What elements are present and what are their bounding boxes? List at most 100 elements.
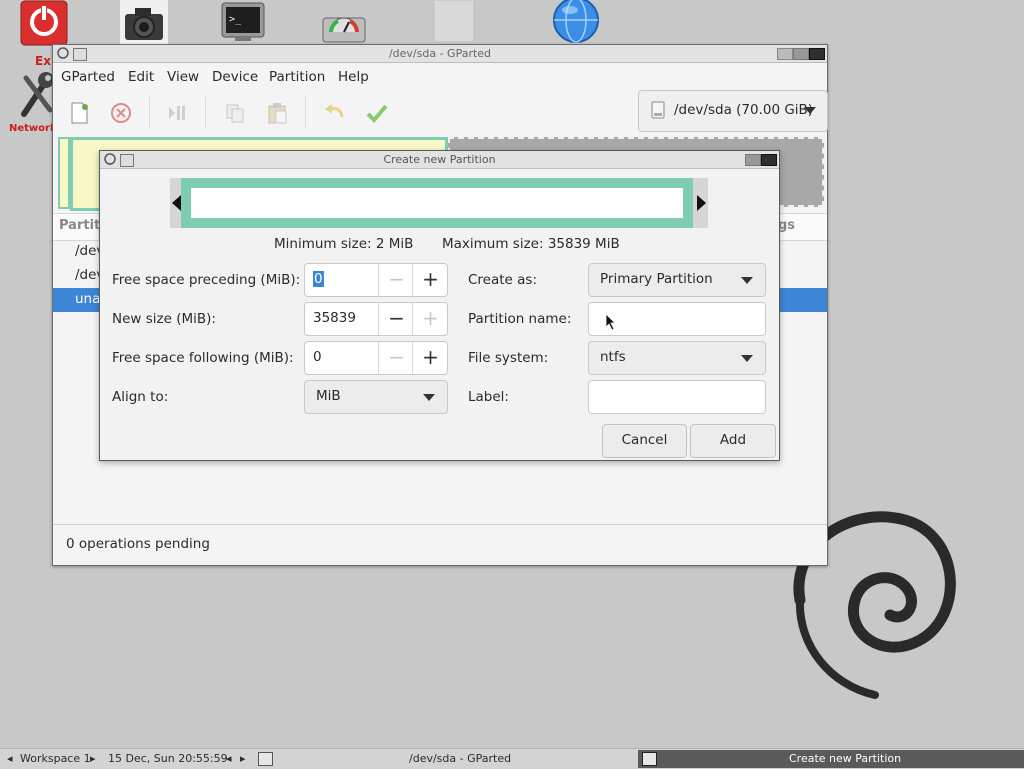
clock-prev-icon[interactable]: ◂ [226, 750, 232, 768]
terminal-icon[interactable]: >_ [221, 2, 265, 42]
toolbar-separator [205, 97, 206, 129]
free-following-label: Free space following (MiB): [112, 350, 294, 366]
app-icon [120, 154, 134, 167]
decrement-button[interactable]: − [378, 342, 414, 374]
chevron-down-icon [423, 394, 435, 401]
menu-edit[interactable]: Edit [128, 69, 154, 85]
increment-button[interactable]: + [412, 264, 448, 296]
resize-bar [170, 178, 708, 228]
disk-gauge-icon[interactable] [322, 8, 366, 44]
chevron-down-icon [741, 355, 753, 362]
menu-device[interactable]: Device [212, 69, 258, 85]
undo-icon[interactable] [321, 99, 349, 127]
free-preceding-value[interactable]: 0 [313, 271, 324, 287]
taskbar-item-label: Create new Partition [789, 752, 902, 765]
create-partition-dialog: Create new Partition Minimum size: 2 MiB… [99, 150, 780, 461]
device-selector-label: /dev/sda (70.00 GiB) [674, 102, 814, 118]
partition-name-input[interactable] [588, 302, 766, 336]
file-system-label: File system: [468, 350, 549, 366]
close-button[interactable] [809, 48, 825, 60]
column-flags[interactable]: gs [778, 218, 795, 233]
decrement-button[interactable]: − [378, 303, 414, 335]
toolbar-separator [149, 97, 150, 129]
file-system-value: ntfs [600, 349, 626, 365]
resize-move-icon[interactable] [163, 99, 191, 127]
free-following-value[interactable]: 0 [313, 349, 322, 365]
align-to-select[interactable]: MiB [304, 380, 448, 414]
left-handle-icon[interactable] [172, 195, 181, 211]
taskbar-item-create-partition[interactable]: Create new Partition [638, 750, 1024, 768]
new-size-value[interactable]: 35839 [313, 310, 356, 326]
label-input[interactable] [588, 380, 766, 414]
workspace-label[interactable]: Workspace 1 [20, 750, 91, 768]
free-preceding-spinner[interactable]: 0 − + [304, 263, 448, 297]
taskbar: ◂ Workspace 1 ▸ 15 Dec, Sun 20:55:59 ◂ ▸… [0, 748, 1024, 769]
align-to-label: Align to: [112, 389, 169, 405]
operations-pending: 0 operations pending [66, 536, 210, 552]
apply-icon[interactable] [363, 99, 391, 127]
minimize-button[interactable] [777, 48, 793, 60]
partition-name-label: Partition name: [468, 311, 572, 327]
window-menu-icon[interactable] [104, 153, 116, 165]
create-as-select[interactable]: Primary Partition [588, 263, 766, 297]
delete-partition-icon[interactable] [107, 99, 135, 127]
free-following-spinner[interactable]: 0 − + [304, 341, 448, 375]
add-button[interactable]: Add [690, 424, 776, 458]
menu-view[interactable]: View [167, 69, 199, 85]
menu-partition[interactable]: Partition [269, 69, 325, 85]
label-label: Label: [468, 389, 509, 405]
window-menu-icon[interactable] [57, 47, 69, 59]
power-icon[interactable] [20, 0, 68, 46]
disk-map-partition-1[interactable] [58, 137, 70, 209]
decrement-button[interactable]: − [378, 264, 414, 296]
maximize-button[interactable] [793, 48, 809, 60]
paste-icon[interactable] [263, 99, 291, 127]
create-as-label: Create as: [468, 272, 538, 288]
dialog-title: Create new Partition [383, 153, 496, 166]
file-system-select[interactable]: ntfs [588, 341, 766, 375]
cancel-button[interactable]: Cancel [602, 424, 687, 458]
free-preceding-label: Free space preceding (MiB): [112, 272, 301, 288]
menu-gparted[interactable]: GParted [61, 69, 115, 85]
partition-used-area [191, 188, 683, 218]
new-partition-icon[interactable] [65, 99, 93, 127]
clock-next-icon[interactable]: ▸ [240, 750, 246, 768]
exit-label: Ex [35, 54, 51, 68]
camera-icon[interactable] [120, 0, 168, 44]
workspace-prev-icon[interactable]: ◂ [7, 750, 13, 768]
window-title: /dev/sda - GParted [388, 47, 492, 60]
clock: 15 Dec, Sun 20:55:59 [108, 752, 228, 765]
copy-icon[interactable] [221, 99, 249, 127]
disk-icon [651, 101, 665, 119]
tools-icon[interactable] [18, 70, 56, 118]
column-partition[interactable]: Partiti [59, 218, 105, 233]
increment-button[interactable]: + [412, 303, 448, 335]
max-size-label: Maximum size: 35839 MiB [442, 236, 620, 252]
mouse-cursor-icon [605, 313, 617, 331]
globe-icon[interactable] [552, 0, 600, 44]
network-label: Network [9, 123, 57, 134]
partition-name: una [75, 291, 101, 307]
close-button[interactable] [761, 154, 777, 166]
maximize-button[interactable] [745, 154, 761, 166]
chevron-down-icon [804, 107, 816, 114]
device-selector[interactable]: /dev/sda (70.00 GiB) [638, 90, 828, 132]
min-size-label: Minimum size: 2 MiB [274, 236, 414, 252]
window-titlebar[interactable]: /dev/sda - GParted [53, 45, 827, 63]
menu-help[interactable]: Help [338, 69, 369, 85]
blank-document-icon[interactable] [433, 0, 475, 44]
svg-text:>_: >_ [229, 14, 242, 25]
right-handle-icon[interactable] [697, 195, 706, 211]
dialog-titlebar[interactable]: Create new Partition [100, 151, 779, 169]
statusbar: 0 operations pending [53, 524, 827, 565]
workspace-next-icon[interactable]: ▸ [90, 750, 96, 768]
create-as-value: Primary Partition [600, 271, 713, 287]
partition-size-bar[interactable] [181, 178, 693, 228]
new-size-spinner[interactable]: 35839 − + [304, 302, 448, 336]
align-to-value: MiB [316, 388, 341, 404]
new-size-label: New size (MiB): [112, 311, 216, 327]
taskbar-item-gparted[interactable]: /dev/sda - GParted [409, 750, 511, 768]
app-icon [73, 48, 87, 61]
chevron-down-icon [741, 277, 753, 284]
increment-button[interactable]: + [412, 342, 448, 374]
